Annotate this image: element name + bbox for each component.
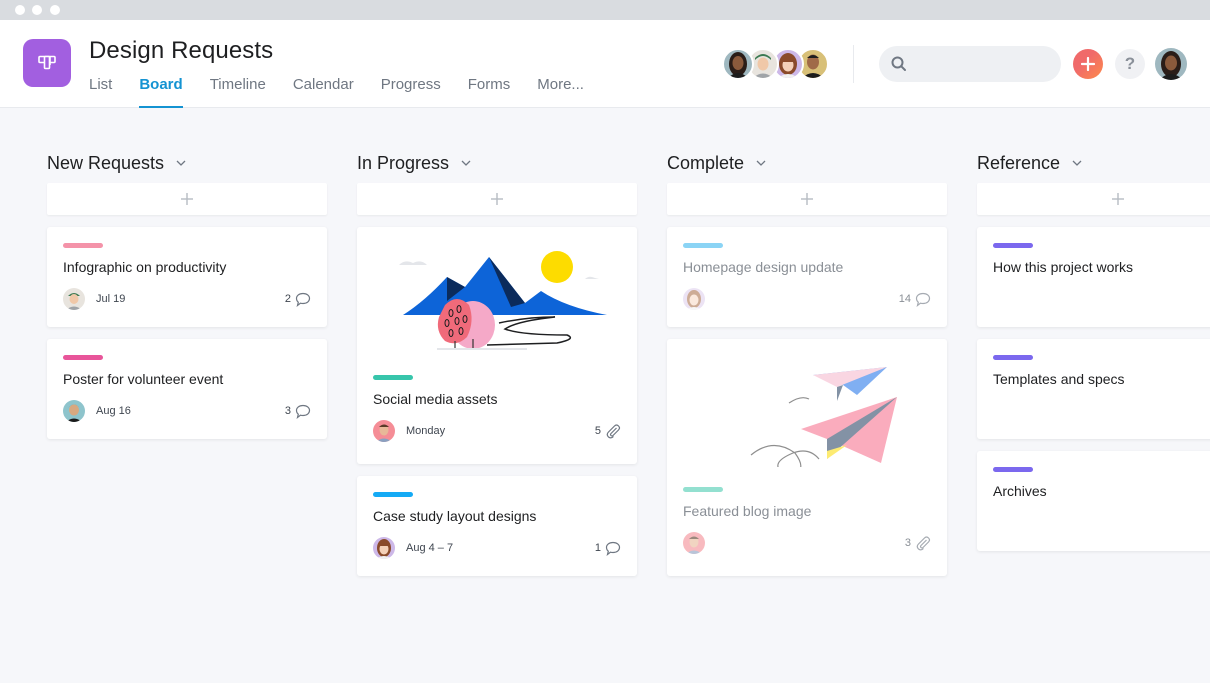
task-card[interactable]: Infographic on productivity Jul 19 2 <box>47 227 327 327</box>
attachment-icon[interactable] <box>915 535 931 551</box>
comment-count: 2 <box>284 293 291 305</box>
task-card[interactable]: Social media assets Monday 5 <box>357 227 637 464</box>
card-title: Social media assets <box>373 391 498 407</box>
plus-icon <box>801 193 813 205</box>
card-tag <box>63 243 103 248</box>
card-tag <box>993 243 1033 248</box>
header-divider <box>853 45 854 83</box>
mountain-illustration <box>393 251 607 350</box>
tab-list[interactable]: List <box>89 75 112 108</box>
quick-add-button[interactable] <box>1073 49 1103 79</box>
chevron-down-icon[interactable] <box>176 160 186 166</box>
chevron-down-icon[interactable] <box>461 160 471 166</box>
card-tag <box>993 355 1033 360</box>
window-minimize-button[interactable] <box>32 5 42 15</box>
tab-more[interactable]: More... <box>537 75 584 108</box>
add-task-button[interactable] <box>47 183 327 215</box>
due-date[interactable]: Aug 16 <box>96 405 131 417</box>
task-card[interactable]: Featured blog image 3 <box>667 339 947 576</box>
tab-calendar[interactable]: Calendar <box>293 75 354 108</box>
assignee-avatar[interactable] <box>373 537 395 559</box>
search-icon <box>891 56 906 71</box>
card-tag <box>683 487 723 492</box>
user-avatar[interactable] <box>1155 48 1187 80</box>
due-date[interactable]: Monday <box>406 425 445 437</box>
card-title: Poster for volunteer event <box>63 371 224 387</box>
card-title: Archives <box>993 483 1047 499</box>
assignee-avatar[interactable] <box>373 420 395 442</box>
card-tag <box>63 355 103 360</box>
assignee-avatar[interactable] <box>63 288 85 310</box>
comment-icon[interactable] <box>295 404 311 419</box>
comment-icon[interactable] <box>605 541 621 556</box>
window-maximize-button[interactable] <box>50 5 60 15</box>
task-card[interactable]: Poster for volunteer event Aug 16 3 <box>47 339 327 439</box>
task-card[interactable]: How this project works <box>977 227 1210 327</box>
card-title: Case study layout designs <box>373 508 537 524</box>
card-title: Templates and specs <box>993 371 1125 387</box>
column-title: In Progress <box>357 152 450 173</box>
tab-progress[interactable]: Progress <box>381 75 441 108</box>
due-date[interactable]: Aug 4 – 7 <box>406 542 453 554</box>
comment-count: 14 <box>898 293 911 305</box>
window-close-button[interactable] <box>15 5 25 15</box>
tab-board[interactable]: Board <box>139 75 184 108</box>
card-tag <box>373 492 413 497</box>
task-card[interactable]: Case study layout designs Aug 4 – 7 1 <box>357 476 637 576</box>
board-icon <box>38 55 56 70</box>
view-tabs: List Board Timeline Calendar Progress Fo… <box>89 75 611 108</box>
tab-timeline[interactable]: Timeline <box>210 75 266 108</box>
board-column-complete: Complete Homepage design update 14 Featu <box>667 150 947 588</box>
window-chrome <box>0 0 1210 20</box>
chevron-down-icon[interactable] <box>756 160 766 166</box>
help-button[interactable]: ? <box>1115 49 1145 79</box>
column-title: Complete <box>667 152 745 173</box>
chevron-down-icon[interactable] <box>1072 160 1082 166</box>
tab-forms[interactable]: Forms <box>468 75 511 108</box>
task-card[interactable]: Templates and specs <box>977 339 1210 439</box>
column-title: Reference <box>977 152 1061 173</box>
plus-icon <box>1112 193 1124 205</box>
board-column-new-requests: New Requests Infographic on productivity… <box>47 150 327 451</box>
plus-icon <box>491 193 503 205</box>
assignee-avatar[interactable] <box>683 532 705 554</box>
project-header: Design Requests List Board Timeline Cale… <box>0 20 1210 108</box>
column-title: New Requests <box>47 152 165 173</box>
task-card[interactable]: Archives <box>977 451 1210 551</box>
attachment-icon[interactable] <box>605 423 621 439</box>
comment-count: 1 <box>594 542 601 554</box>
plus-icon <box>1081 57 1095 71</box>
avatar[interactable] <box>722 48 754 80</box>
assignee-avatar[interactable] <box>63 400 85 422</box>
card-tag <box>683 243 723 248</box>
card-tag <box>373 375 413 380</box>
board-column-reference: Reference How this project works Templat… <box>977 150 1210 563</box>
card-tag <box>993 467 1033 472</box>
comment-icon[interactable] <box>295 292 311 307</box>
plus-icon <box>181 193 193 205</box>
add-task-button[interactable] <box>667 183 947 215</box>
card-title: Homepage design update <box>683 259 844 275</box>
add-task-button[interactable] <box>977 183 1210 215</box>
task-card[interactable]: Homepage design update 14 <box>667 227 947 327</box>
attachment-count: 3 <box>904 537 911 549</box>
attachment-count: 5 <box>594 425 601 437</box>
card-title: How this project works <box>993 259 1134 275</box>
page-title: Design Requests <box>89 37 274 64</box>
project-logo[interactable] <box>23 39 71 87</box>
due-date[interactable]: Jul 19 <box>96 293 125 305</box>
paper-plane-illustration <box>750 367 897 467</box>
comment-icon[interactable] <box>915 292 931 307</box>
card-title: Featured blog image <box>683 503 812 519</box>
assignee-avatar[interactable] <box>683 288 705 310</box>
board-column-in-progress: In Progress Social media assets Monday 5… <box>357 150 637 588</box>
comment-count: 3 <box>284 405 291 417</box>
card-title: Infographic on productivity <box>63 259 227 275</box>
add-task-button[interactable] <box>357 183 637 215</box>
